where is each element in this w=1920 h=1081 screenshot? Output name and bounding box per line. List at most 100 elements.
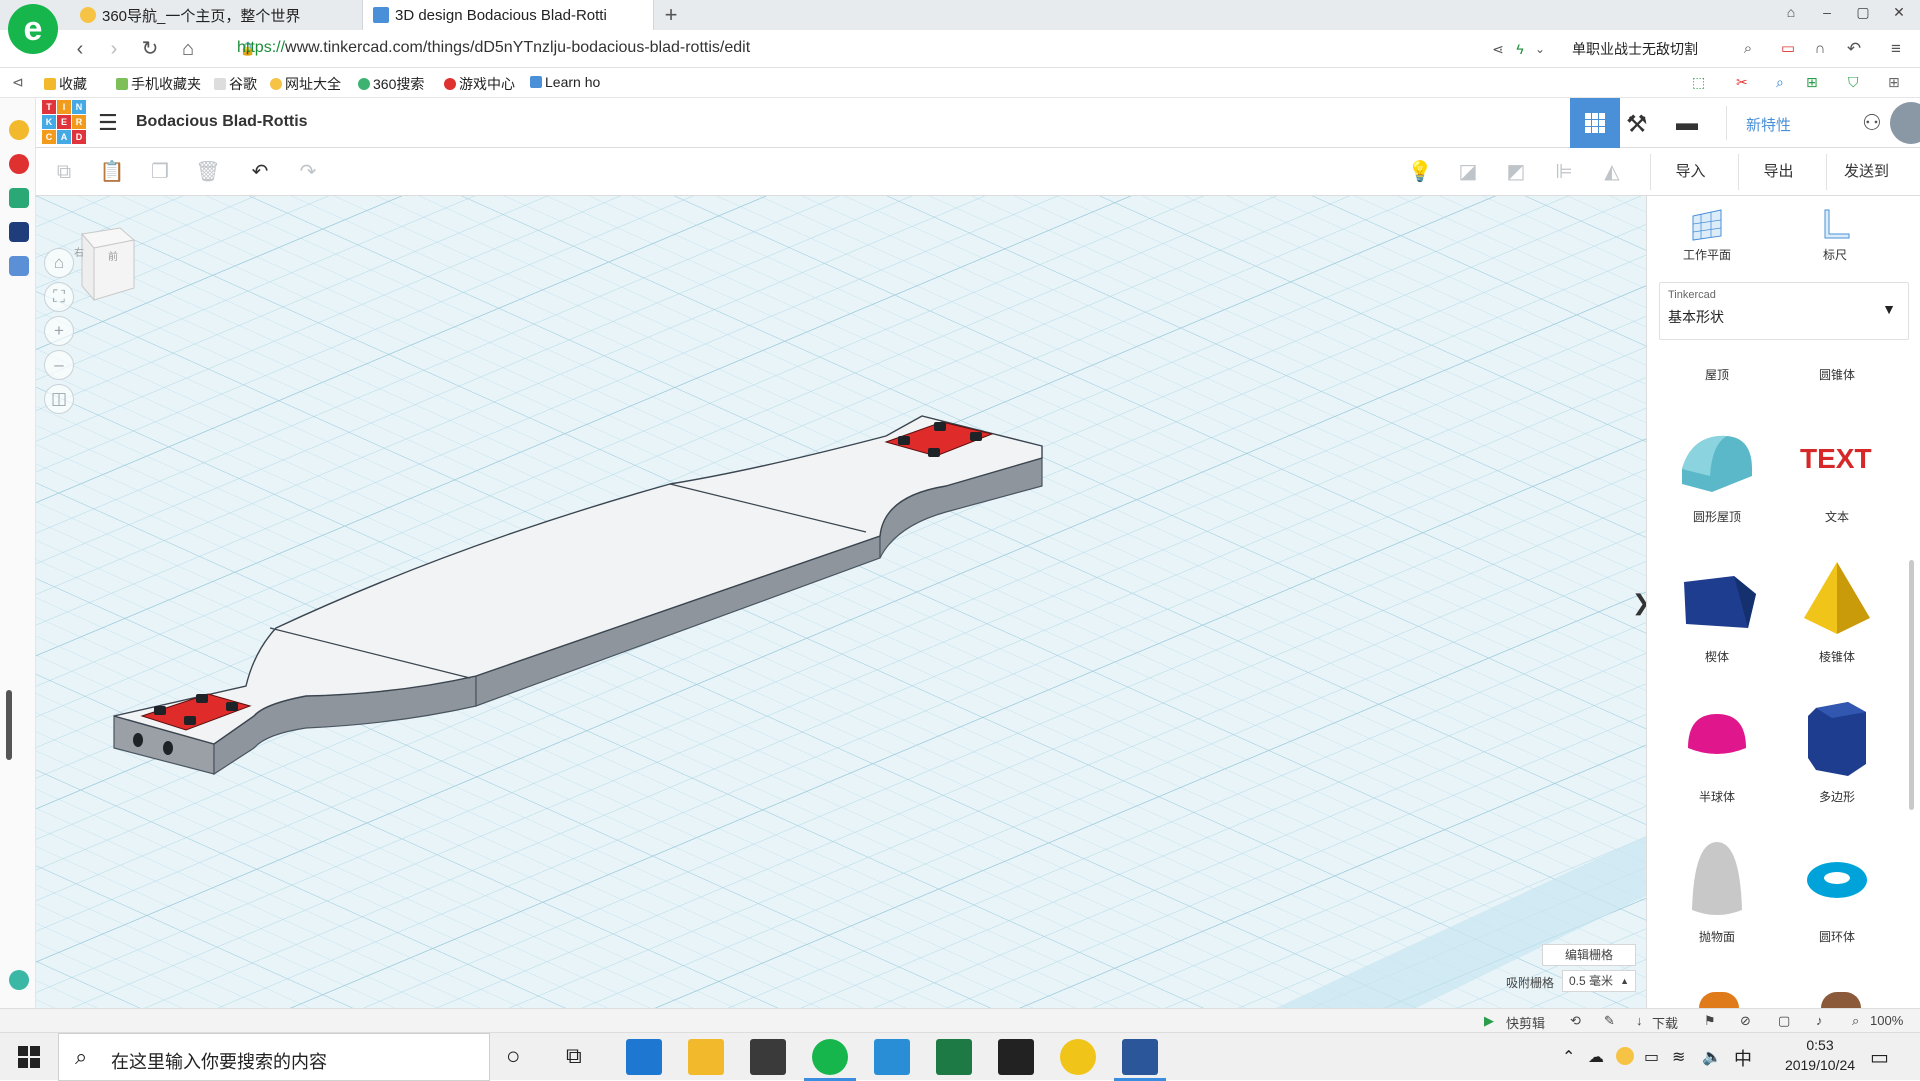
360-tray-icon[interactable]: [1616, 1047, 1634, 1065]
import-button[interactable]: 导入: [1650, 154, 1730, 190]
search-input[interactable]: 单职业战士无敌切割: [1560, 36, 1750, 62]
orthographic-icon[interactable]: ◫: [44, 384, 74, 414]
news-icon[interactable]: [9, 222, 29, 242]
mail-icon[interactable]: [9, 188, 29, 208]
media-player-icon[interactable]: [874, 1039, 910, 1075]
zoom-level[interactable]: 100%: [1870, 1013, 1903, 1028]
bookmark-google[interactable]: 谷歌: [214, 74, 257, 94]
edit-grid-button[interactable]: 编辑栅格: [1542, 944, 1636, 966]
copy-icon[interactable]: ⧉: [50, 158, 78, 186]
shape-text[interactable]: TEXT 文本: [1777, 414, 1897, 525]
shape-half-sphere[interactable]: 半球体: [1657, 694, 1777, 805]
start-button[interactable]: [0, 1033, 58, 1081]
shape-wedge[interactable]: 楔体: [1657, 554, 1777, 665]
grid-view-button[interactable]: [1570, 98, 1620, 148]
send-to-button[interactable]: 发送到: [1826, 154, 1906, 190]
design-list-icon[interactable]: ☰: [98, 110, 118, 136]
group-icon[interactable]: ◪: [1454, 158, 1482, 186]
reload-icon[interactable]: ↻: [138, 37, 162, 61]
notes-icon[interactable]: [9, 256, 29, 276]
minimize-button[interactable]: –: [1812, 4, 1842, 26]
gamepad-icon[interactable]: ⊞: [1806, 74, 1818, 91]
view-cube[interactable]: 右 前: [64, 226, 140, 302]
new-features-link[interactable]: 新特性: [1746, 114, 1791, 135]
clip-icon[interactable]: ▶: [1484, 1013, 1494, 1029]
input-method-indicator[interactable]: 中: [1734, 1045, 1752, 1071]
shape-cone-label[interactable]: 圆锥体: [1807, 366, 1867, 383]
pin-icon[interactable]: ✎: [1604, 1013, 1615, 1029]
favorites-icon[interactable]: [9, 120, 29, 140]
shape-pyramid[interactable]: 棱锥体: [1777, 554, 1897, 665]
extension-icon[interactable]: ⬚: [1692, 74, 1705, 91]
edge-icon[interactable]: ⊘: [1740, 1013, 1751, 1029]
cloud-icon[interactable]: ☁: [1588, 1047, 1604, 1067]
taskbar-search-input[interactable]: ⌕ 在这里输入你要搜索的内容: [58, 1033, 490, 1081]
bookmark-mobile[interactable]: 手机收藏夹: [116, 74, 201, 94]
tools-icon[interactable]: ✂: [1736, 74, 1748, 91]
nvidia-icon[interactable]: [998, 1039, 1034, 1075]
notifications-icon[interactable]: ▭: [1870, 1045, 1889, 1070]
clock-date[interactable]: 2019/10/24: [1768, 1057, 1872, 1073]
shirt-skin-icon[interactable]: ⌂: [1776, 4, 1806, 26]
align-icon[interactable]: ⊫: [1550, 158, 1578, 186]
browser-logo-icon[interactable]: e: [8, 4, 58, 54]
url-field[interactable]: https://www.tinkercad.com/things/dD5nYTn…: [237, 39, 750, 57]
edge-browser-icon[interactable]: [626, 1039, 662, 1075]
ungroup-icon[interactable]: ◩: [1502, 158, 1530, 186]
redo-icon[interactable]: ↷: [294, 158, 322, 186]
volume-icon[interactable]: ♪: [1816, 1013, 1823, 1028]
bookmark-site-directory[interactable]: 网址大全: [270, 74, 341, 94]
zoom-icon[interactable]: ⌕: [1776, 74, 1784, 91]
cortana-icon[interactable]: ○: [506, 1043, 521, 1071]
avatar[interactable]: [1890, 102, 1920, 144]
weibo-icon[interactable]: [9, 154, 29, 174]
battery-icon[interactable]: ▭: [1644, 1047, 1659, 1067]
zoom-icon[interactable]: ⌕: [1852, 1013, 1859, 1029]
back-icon[interactable]: ‹: [68, 37, 92, 61]
bookmark-game-center[interactable]: 游戏中心: [444, 74, 515, 94]
tinkercad-logo[interactable]: T I N K E R C A D: [42, 100, 86, 144]
bookmark-360-search[interactable]: 360搜索: [358, 74, 424, 94]
export-button[interactable]: 导出: [1738, 154, 1818, 190]
store-icon[interactable]: [750, 1039, 786, 1075]
file-explorer-icon[interactable]: [688, 1039, 724, 1075]
home-icon[interactable]: ⌂: [176, 37, 200, 61]
headphones-icon[interactable]: ∩: [1808, 37, 1832, 61]
360-browser-icon[interactable]: [804, 1039, 856, 1081]
music-app-icon[interactable]: [1060, 1039, 1096, 1075]
shape-round-roof[interactable]: 圆形屋顶: [1657, 414, 1777, 525]
ruler-tool[interactable]: 标尺: [1785, 206, 1885, 263]
collapse-sidebar-icon[interactable]: ⊲: [12, 74, 24, 91]
quick-clip-button[interactable]: 快剪辑: [1506, 1013, 1545, 1032]
workplane-tool[interactable]: 工作平面: [1657, 206, 1757, 263]
tab-tinkercad[interactable]: 3D design Bodacious Blad-Rotti: [362, 0, 654, 30]
fit-view-icon[interactable]: ⛶: [44, 282, 74, 312]
shape-paraboloid[interactable]: 抛物面: [1657, 834, 1777, 945]
design-title[interactable]: Bodacious Blad-Rottis: [136, 113, 308, 131]
tab-360-navigation[interactable]: 360导航_一个主页，整个世界: [70, 0, 360, 30]
shape-polygon[interactable]: 多边形: [1777, 694, 1897, 805]
new-tab-button[interactable]: +: [656, 0, 686, 30]
maximize-button[interactable]: ▢: [1848, 4, 1878, 26]
shape-torus[interactable]: 圆环体: [1777, 834, 1897, 945]
word-icon[interactable]: [1114, 1039, 1166, 1081]
task-view-icon[interactable]: ⧉: [566, 1043, 582, 1069]
excel-icon[interactable]: [936, 1039, 972, 1075]
home-view-icon[interactable]: ⌂: [44, 248, 74, 278]
delete-icon[interactable]: 🗑: [194, 158, 222, 186]
sidebar-slider[interactable]: [6, 690, 12, 760]
panel-scrollbar[interactable]: [1909, 560, 1914, 810]
add-user-icon[interactable]: ⚇: [1862, 110, 1882, 136]
duplicate-icon[interactable]: ❐: [146, 158, 174, 186]
menu-icon[interactable]: ≡: [1884, 37, 1908, 61]
search-icon[interactable]: ⌕: [1736, 37, 1760, 61]
sync-icon[interactable]: ⟲: [1570, 1013, 1581, 1029]
download-icon[interactable]: ↓: [1636, 1013, 1643, 1028]
share-icon[interactable]: ⋖: [1486, 37, 1510, 61]
shape-roof-label[interactable]: 屋顶: [1687, 366, 1747, 383]
plus-circle-icon[interactable]: [9, 970, 29, 990]
undo-icon[interactable]: ↶: [1842, 37, 1866, 61]
window-icon[interactable]: ▢: [1778, 1013, 1790, 1029]
battery-icon[interactable]: ▭: [1776, 37, 1800, 61]
paste-icon[interactable]: 📋: [98, 158, 126, 186]
